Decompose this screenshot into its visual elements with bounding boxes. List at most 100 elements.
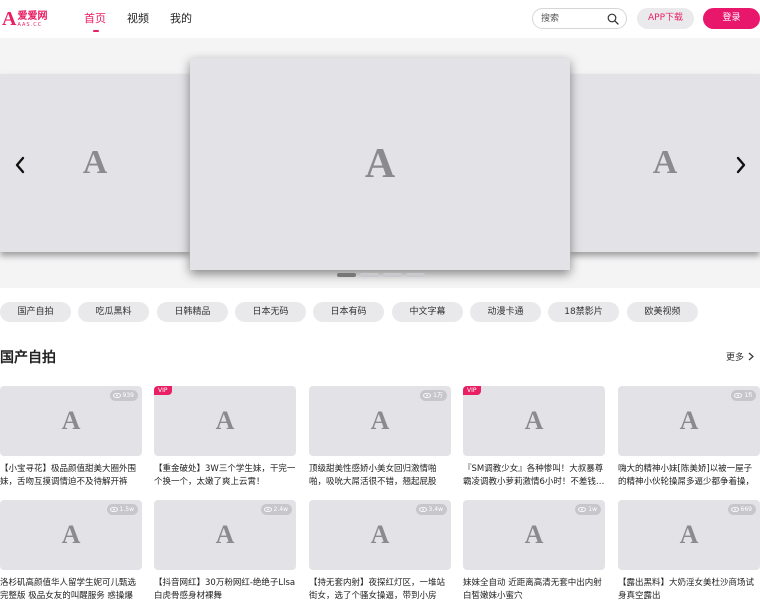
video-card[interactable]: A 939 【小宝寻花】极品颜值甜美大圈外围妹，舌吻互摸调情迫不及待解开裤子… xyxy=(0,386,142,489)
app-download-button[interactable]: APP下载 xyxy=(637,8,694,29)
logo-text: 爱爱网 AAS.CC xyxy=(17,11,47,28)
category-chip[interactable]: 中文字幕 xyxy=(392,302,463,322)
video-card[interactable]: A 1w 妹妹全自动 近距离高清无套中出内射白皙嫩妹小蜜穴 xyxy=(463,500,605,603)
video-card[interactable]: A 1.5w 洛杉矶高颜值华人留学生妮可儿甄选完整版 极品女友的叫醒服务 惑操爆射… xyxy=(0,500,142,603)
video-title[interactable]: 『SM调教少女』各种惨叫！大叔暴尊霸凌调教小萝莉激情6小时！不差钱… xyxy=(463,463,605,489)
video-title[interactable]: 顶级甜美性感娇小美女回归激情啪啪，吸吮大屌活很不错，翘起屁股撅… xyxy=(309,463,451,489)
carousel-prev-button[interactable] xyxy=(10,154,30,176)
nav-home[interactable]: 首页 xyxy=(84,12,106,32)
category-chip[interactable]: 吃瓜黑料 xyxy=(78,302,149,322)
top-header: A 爱爱网 AAS.CC 首页 视频 我的 APP下载 登录 xyxy=(0,0,760,38)
placeholder-logo-icon: A xyxy=(364,141,396,187)
chevron-right-icon xyxy=(748,352,754,361)
carousel-indicators xyxy=(337,273,425,277)
eye-icon xyxy=(112,393,121,398)
category-chip[interactable]: 日韩精品 xyxy=(157,302,228,322)
view-count: 1.5w xyxy=(119,506,134,513)
placeholder-logo-icon: A xyxy=(215,520,235,549)
search-input[interactable] xyxy=(541,12,607,26)
logo-sub: AAS.CC xyxy=(17,21,43,28)
video-title[interactable]: 【抖音网红】30万粉网红-绝绝子Llsa白虎骨感身材裸舞 xyxy=(154,577,296,603)
video-thumbnail[interactable]: A 1万 xyxy=(309,386,451,456)
category-chip[interactable]: 18禁影片 xyxy=(548,302,619,322)
carousel-next-button[interactable] xyxy=(731,154,751,176)
video-thumbnail[interactable]: A 939 xyxy=(0,386,142,456)
placeholder-logo-icon: A xyxy=(215,406,235,435)
video-card[interactable]: A 2.4w 【抖音网红】30万粉网红-绝绝子Llsa白虎骨感身材裸舞 xyxy=(154,500,296,603)
video-thumbnail[interactable]: A 1fi xyxy=(618,386,760,456)
nav-mine[interactable]: 我的 xyxy=(170,12,192,32)
section-title: 国产自拍 xyxy=(0,350,56,366)
carousel-slide-active[interactable]: A xyxy=(190,58,570,270)
placeholder-logo-icon: A xyxy=(82,144,108,181)
video-title[interactable]: 【重金破处】3W三个学生妹，干完一个换一个，太嫩了爽上云霄！ xyxy=(154,463,296,489)
vip-badge: VIP xyxy=(154,386,172,395)
eye-icon xyxy=(109,507,118,512)
logo-glyph: A xyxy=(2,8,17,30)
video-title[interactable]: 嗨大的精神小妹[陈美娇]以被一屋子的精神小伙轮操屌多逼少都争着操，天… xyxy=(618,463,760,489)
chevron-right-icon xyxy=(736,156,746,174)
video-card[interactable]: A 669 【露出黑料】大奶淫女美杜沙商场试身真空露出 xyxy=(618,500,760,603)
video-thumbnail[interactable]: A 669 xyxy=(618,500,760,570)
video-title[interactable]: 洛杉矶高颜值华人留学生妮可儿甄选完整版 极品女友的叫醒服务 惑操爆射… xyxy=(0,577,142,603)
video-title[interactable]: 【持无套内射】夜探红灯区，一堆站街女，选了个骚女操逼，带到小房间，… xyxy=(309,577,451,603)
login-button[interactable]: 登录 xyxy=(703,8,760,29)
search-icon[interactable] xyxy=(607,13,619,25)
carousel-dot[interactable] xyxy=(337,273,356,277)
more-link[interactable]: 更多 xyxy=(726,350,754,363)
eye-icon xyxy=(578,507,587,512)
category-chips: 国产自拍 吃瓜黑料 日韩精品 日本无码 日本有码 中文字幕 动漫卡通 18禁影片… xyxy=(0,302,760,322)
video-card[interactable]: A VIP 【重金破处】3W三个学生妹，干完一个换一个，太嫩了爽上云霄！ xyxy=(154,386,296,489)
category-chip[interactable]: 国产自拍 xyxy=(0,302,71,322)
view-count: 1fi xyxy=(744,392,752,399)
nav-videos[interactable]: 视频 xyxy=(127,12,149,32)
view-count-badge: 2.4w xyxy=(260,504,292,515)
placeholder-logo-icon: A xyxy=(370,520,390,549)
view-count-badge: 1w xyxy=(575,504,601,515)
placeholder-logo-icon: A xyxy=(679,406,699,435)
view-count-badge: 1.5w xyxy=(106,504,138,515)
video-thumbnail[interactable]: A VIP xyxy=(154,386,296,456)
video-title[interactable]: 妹妹全自动 近距离高清无套中出内射白皙嫩妹小蜜穴 xyxy=(463,577,605,603)
chevron-left-icon xyxy=(15,156,25,174)
site-logo[interactable]: A 爱爱网 AAS.CC xyxy=(2,9,48,29)
view-count-badge: 3.4w xyxy=(415,504,447,515)
view-count-badge: 669 xyxy=(727,504,756,515)
eye-icon xyxy=(418,507,427,512)
video-thumbnail[interactable]: A 3.4w xyxy=(309,500,451,570)
video-card[interactable]: A VIP 『SM调教少女』各种惨叫！大叔暴尊霸凌调教小萝莉激情6小时！不差钱… xyxy=(463,386,605,489)
video-thumbnail[interactable]: A VIP xyxy=(463,386,605,456)
view-count: 1w xyxy=(588,506,597,513)
video-card[interactable]: A 1fi 嗨大的精神小妹[陈美娇]以被一屋子的精神小伙轮操屌多逼少都争着操，天… xyxy=(618,386,760,489)
placeholder-logo-icon: A xyxy=(370,406,390,435)
video-title[interactable]: 【小宝寻花】极品颜值甜美大圈外围妹，舌吻互摸调情迫不及待解开裤子… xyxy=(0,463,142,489)
video-thumbnail[interactable]: A 2.4w xyxy=(154,500,296,570)
view-count: 939 xyxy=(122,392,134,399)
view-count: 3.4w xyxy=(428,506,443,513)
category-chip[interactable]: 动漫卡通 xyxy=(470,302,541,322)
category-chip[interactable]: 欧美视频 xyxy=(627,302,698,322)
video-title[interactable]: 【露出黑料】大奶淫女美杜沙商场试身真空露出 xyxy=(618,577,760,603)
placeholder-logo-icon: A xyxy=(524,520,544,549)
video-card[interactable]: A 1万顶级甜美性感娇小美女回归激情啪啪，吸吮大屌活很不错，翘起屁股撅… xyxy=(309,386,451,489)
placeholder-logo-icon: A xyxy=(652,144,678,181)
view-count-badge: 1fi xyxy=(731,390,756,401)
video-thumbnail[interactable]: A 1.5w xyxy=(0,500,142,570)
logo-name: 爱爱网 xyxy=(17,10,48,22)
view-count-badge: 1万 xyxy=(420,390,447,401)
view-count: 1万 xyxy=(433,392,443,399)
video-card[interactable]: A 3.4w 【持无套内射】夜探红灯区，一堆站街女，选了个骚女操逼，带到小房间，… xyxy=(309,500,451,603)
placeholder-logo-icon: A xyxy=(679,520,699,549)
carousel-dot[interactable] xyxy=(406,273,425,277)
search-box xyxy=(532,8,627,29)
carousel-dot[interactable] xyxy=(383,273,402,277)
eye-icon xyxy=(730,507,739,512)
carousel-dot[interactable] xyxy=(360,273,379,277)
eye-icon xyxy=(734,393,743,398)
view-count-badge: 939 xyxy=(109,390,138,401)
video-thumbnail[interactable]: A 1w xyxy=(463,500,605,570)
main-nav: 首页 视频 我的 xyxy=(84,12,213,32)
placeholder-logo-icon: A xyxy=(61,520,81,549)
category-chip[interactable]: 日本无码 xyxy=(235,302,306,322)
category-chip[interactable]: 日本有码 xyxy=(313,302,384,322)
